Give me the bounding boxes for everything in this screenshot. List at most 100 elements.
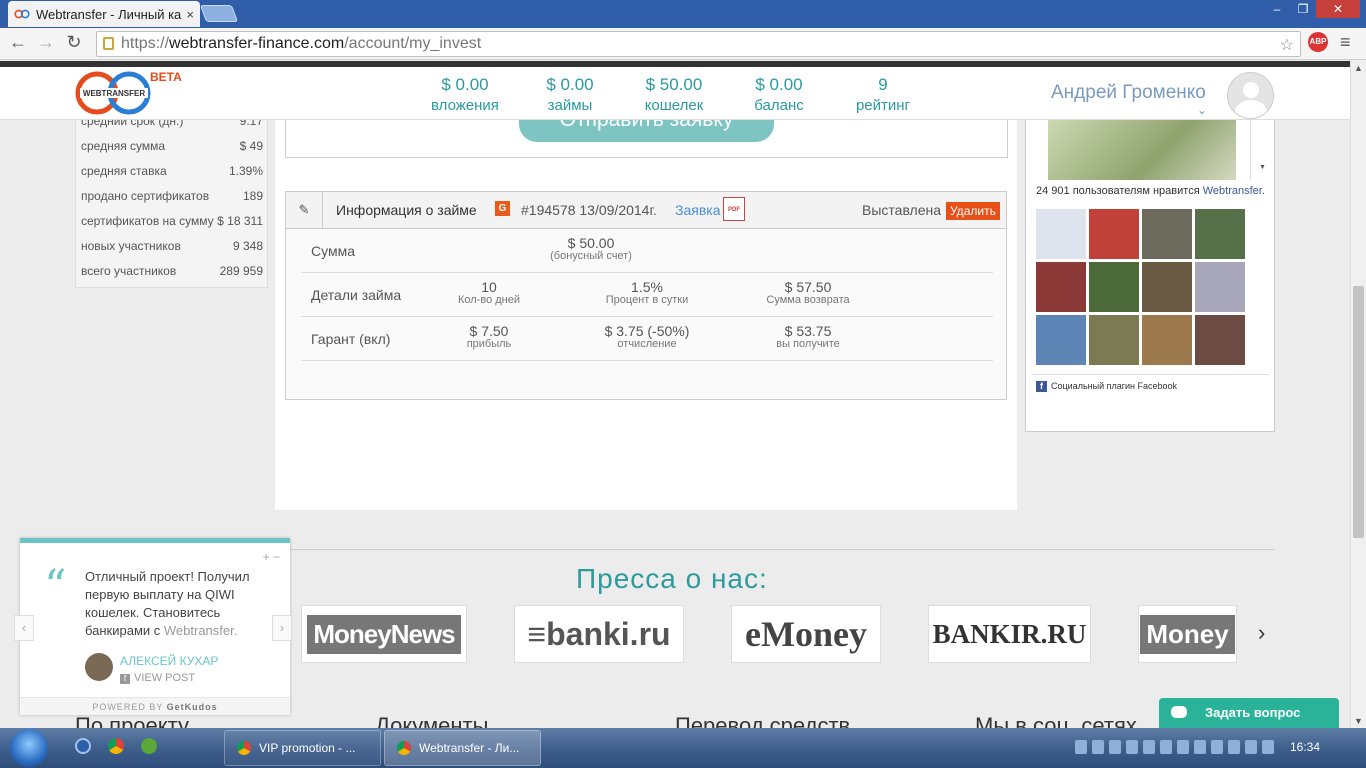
scroll-down-icon[interactable]: ▼: [1354, 716, 1363, 726]
powered-by-label: POWERED BY: [92, 702, 167, 712]
press-next-arrow-icon[interactable]: ›: [1258, 620, 1265, 646]
browser-toolbar: ← → ↻ https://webtransfer-finance.com/ac…: [0, 28, 1366, 60]
facebook-fan-avatar[interactable]: [1089, 315, 1139, 365]
facebook-fan-avatar[interactable]: [1089, 262, 1139, 312]
chrome-icon: [237, 741, 251, 755]
browser-tab-active[interactable]: Webtransfer - Личный ка ×: [8, 1, 200, 27]
facebook-scroll-down-icon[interactable]: ▼: [1250, 112, 1274, 180]
facebook-fan-avatar[interactable]: [1036, 209, 1086, 259]
tray-icon[interactable]: [1109, 740, 1121, 754]
loan-info-header: ✎ Информация о займе G #194578 13/09/201…: [285, 191, 1007, 229]
pdf-icon[interactable]: PDF: [723, 197, 745, 221]
pencil-icon[interactable]: ✎: [286, 192, 323, 228]
tray-icon[interactable]: [1143, 740, 1155, 754]
facebook-fan-avatar[interactable]: [1195, 315, 1245, 365]
system-clock[interactable]: 16:34: [1290, 740, 1320, 754]
reload-icon[interactable]: ↻: [62, 32, 86, 53]
press-logo-banki[interactable]: ≡banki.ru: [514, 605, 684, 663]
tray-icon[interactable]: [1126, 740, 1138, 754]
avatar[interactable]: [1227, 72, 1274, 119]
table-cell: $ 57.50 Сумма возврата: [738, 279, 878, 306]
tray-icon[interactable]: [1211, 740, 1223, 754]
press-logo-text: BANKIR.RU: [932, 618, 1087, 649]
press-logo-money[interactable]: Money: [1138, 605, 1237, 663]
adblock-icon[interactable]: ABP: [1308, 32, 1328, 52]
press-logo-emoney[interactable]: eMoney: [731, 605, 881, 663]
stat-rating[interactable]: 9 рейтинг: [828, 75, 938, 114]
testimonial-author[interactable]: АЛЕКСЕЙ КУХАР: [120, 654, 218, 668]
facebook-plugin-footer[interactable]: f Социальный плагин Facebook: [1036, 381, 1177, 393]
utorrent-icon[interactable]: [141, 738, 157, 754]
facebook-fan-avatar[interactable]: [1195, 209, 1245, 259]
stat-value: $ 0.00: [441, 75, 489, 94]
address-bar[interactable]: https://webtransfer-finance.com/account/…: [96, 31, 1301, 57]
tray-icon[interactable]: [1245, 740, 1257, 754]
facebook-fan-avatar[interactable]: [1036, 315, 1086, 365]
browser-menu-icon[interactable]: ≡: [1340, 32, 1351, 53]
cell-value: $ 7.50: [469, 323, 509, 339]
facebook-fan-avatar[interactable]: [1142, 315, 1192, 365]
stat-loans[interactable]: $ 0.00 займы: [515, 75, 625, 114]
window-controls: ‒ ❐ ✕: [1264, 0, 1360, 18]
media-player-icon[interactable]: [75, 738, 91, 754]
likes-text: 24 901 пользователям нравится: [1036, 185, 1200, 197]
testimonial-next-arrow-icon[interactable]: ›: [272, 615, 292, 641]
facebook-fan-avatar[interactable]: [1089, 209, 1139, 259]
view-post-link[interactable]: f VIEW POST: [120, 672, 195, 684]
stat-label: баланс: [754, 97, 804, 114]
facebook-fan-avatar[interactable]: [1195, 262, 1245, 312]
tab-close-icon[interactable]: ×: [186, 7, 194, 22]
tray-icon[interactable]: [1262, 740, 1274, 754]
facebook-page-link[interactable]: Webtransfer.: [1203, 185, 1265, 197]
new-tab-button[interactable]: [199, 5, 239, 22]
stat-label: средняя сумма: [81, 139, 166, 153]
ask-question-button[interactable]: Задать вопрос: [1159, 698, 1339, 728]
stat-label: продано сертификатов: [81, 189, 210, 203]
powered-by-getkudos[interactable]: POWERED BY GetKudos: [20, 697, 290, 715]
chevron-down-icon[interactable]: ⌄: [1197, 103, 1207, 117]
tray-icon[interactable]: [1194, 740, 1206, 754]
tray-icon[interactable]: [1075, 740, 1087, 754]
chrome-icon[interactable]: [108, 738, 124, 754]
taskbar-window-vip[interactable]: VIP promotion - ...: [224, 730, 381, 766]
stat-wallet[interactable]: $ 50.00 кошелек: [619, 75, 729, 114]
webtransfer-logo[interactable]: WEBTRANSFER: [74, 69, 154, 117]
scrollbar-thumb[interactable]: [1353, 286, 1364, 538]
press-logo-bankir[interactable]: BANKIR.RU: [928, 605, 1091, 663]
windows-start-button[interactable]: [10, 729, 48, 767]
taskbar-window-label: Webtransfer - Ли...: [419, 741, 520, 755]
tray-icon[interactable]: [1228, 740, 1240, 754]
maximize-button[interactable]: ❐: [1290, 0, 1316, 18]
bookmark-star-icon[interactable]: ☆: [1280, 34, 1294, 58]
tray-icon[interactable]: [1177, 740, 1189, 754]
facebook-fan-avatar[interactable]: [1142, 209, 1192, 259]
footer-transfer-link[interactable]: Перевод средств: [675, 713, 850, 728]
forward-arrow-icon[interactable]: →: [34, 32, 58, 53]
taskbar-window-webtransfer[interactable]: Webtransfer - Ли...: [384, 730, 541, 766]
stat-row: всего участников 289 959: [81, 264, 263, 278]
footer-documents-link[interactable]: Документы: [375, 713, 488, 728]
close-window-button[interactable]: ✕: [1316, 0, 1360, 18]
stat-label: займы: [547, 97, 593, 114]
page-scrollbar[interactable]: ▲ ▼: [1350, 61, 1366, 728]
divider: [285, 549, 1275, 550]
stat-balance[interactable]: $ 0.00 баланс: [724, 75, 834, 114]
stat-value: $ 50.00: [645, 75, 703, 94]
stat-investments[interactable]: $ 0.00 вложения: [410, 75, 520, 114]
facebook-fan-avatar[interactable]: [1036, 262, 1086, 312]
delete-button[interactable]: Удалить: [946, 202, 1000, 220]
tray-icon[interactable]: [1092, 740, 1104, 754]
user-name[interactable]: Андрей Громенко: [1051, 82, 1206, 104]
back-arrow-icon[interactable]: ←: [6, 32, 30, 53]
press-logo-moneynews[interactable]: MoneyNews: [301, 605, 467, 663]
tray-icon[interactable]: [1160, 740, 1172, 754]
guarantee-badge: G: [495, 201, 510, 216]
scroll-up-icon[interactable]: ▲: [1354, 63, 1363, 73]
facebook-fan-avatar[interactable]: [1142, 262, 1192, 312]
minimize-button[interactable]: ‒: [1264, 0, 1290, 18]
request-link[interactable]: Заявка: [675, 202, 720, 218]
url-path: /account/my_invest: [344, 35, 482, 52]
footer-social-link[interactable]: Мы в соц. сетях: [975, 713, 1137, 728]
widget-expand-collapse-icon[interactable]: + −: [263, 550, 280, 564]
testimonial-prev-arrow-icon[interactable]: ‹: [14, 615, 34, 641]
